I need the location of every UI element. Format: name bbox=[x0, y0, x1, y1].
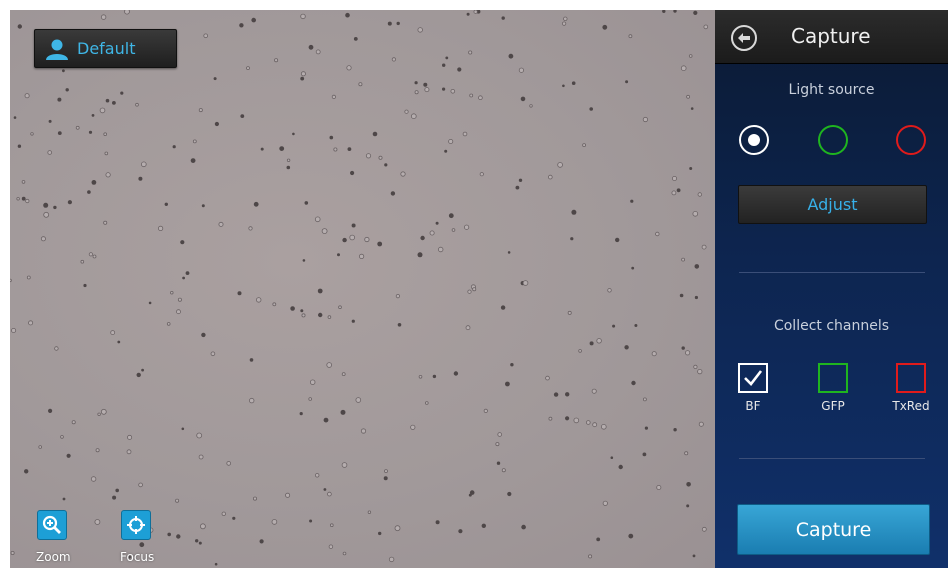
focus-button[interactable] bbox=[121, 510, 151, 540]
channel-txred-label: TxRed bbox=[892, 399, 930, 413]
crosshair-icon bbox=[127, 516, 145, 534]
divider bbox=[739, 272, 925, 273]
collect-channels-label: Collect channels bbox=[773, 318, 890, 334]
cell-field bbox=[10, 10, 709, 566]
zoom-button[interactable] bbox=[37, 510, 67, 540]
panel-title: Capture bbox=[791, 24, 871, 48]
zoom-label: Zoom bbox=[36, 550, 71, 564]
channel-bf-checkbox[interactable] bbox=[738, 363, 768, 393]
back-arrow-icon bbox=[738, 33, 750, 43]
channel-bf-label: BF bbox=[745, 399, 761, 413]
light-source-label: Light source bbox=[788, 82, 875, 98]
capture-panel: Capture Light source Adjust Collect chan… bbox=[715, 10, 948, 568]
channel-txred-checkbox[interactable] bbox=[896, 363, 926, 393]
zoom-in-icon bbox=[42, 515, 61, 534]
user-icon bbox=[46, 39, 68, 60]
divider bbox=[739, 458, 925, 459]
channel-gfp-label: GFP bbox=[821, 399, 845, 413]
capture-button[interactable]: Capture bbox=[737, 504, 930, 555]
adjust-button[interactable]: Adjust bbox=[738, 185, 927, 224]
light-source-gfp-radio[interactable] bbox=[818, 125, 848, 155]
panel-header: Capture bbox=[715, 10, 948, 64]
checkmark-icon bbox=[744, 370, 763, 386]
channel-gfp-checkbox[interactable] bbox=[818, 363, 848, 393]
light-source-txred-radio[interactable] bbox=[896, 125, 926, 155]
light-source-bf-radio[interactable] bbox=[739, 125, 769, 155]
profile-button[interactable]: Default bbox=[34, 29, 177, 68]
back-button[interactable] bbox=[731, 25, 757, 51]
microscope-viewport[interactable]: Default Zoom Focus bbox=[10, 10, 715, 568]
profile-label: Default bbox=[77, 39, 136, 58]
focus-label: Focus bbox=[120, 550, 155, 564]
